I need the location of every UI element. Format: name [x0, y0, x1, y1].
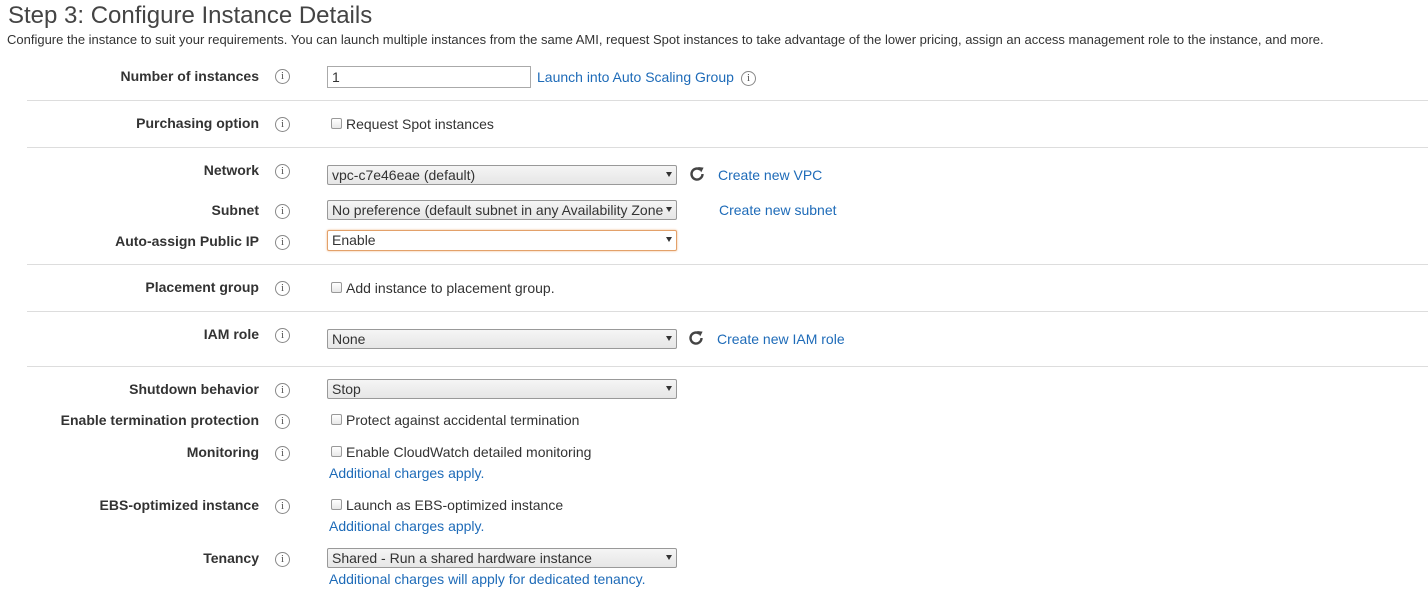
dropdown-arrow-icon [666, 336, 672, 341]
network-select[interactable]: vpc-c7e46eae (default) [327, 165, 677, 185]
divider [27, 100, 1428, 101]
refresh-iam-icon[interactable] [687, 329, 705, 347]
dropdown-arrow-icon [666, 172, 672, 177]
termination-protection-label[interactable]: Protect against accidental termination [346, 412, 579, 428]
create-new-subnet-link[interactable]: Create new subnet [719, 202, 837, 218]
number-of-instances-input[interactable] [327, 66, 531, 88]
request-spot-checkbox[interactable] [331, 118, 342, 129]
auto-scaling-info-icon[interactable]: i [741, 71, 756, 86]
ebs-label: EBS-optimized instance [99, 497, 259, 513]
refresh-network-icon[interactable] [688, 165, 706, 183]
divider [27, 264, 1428, 265]
placement-group-checkbox[interactable] [331, 282, 342, 293]
tenancy-select[interactable]: Shared - Run a shared hardware instance [327, 548, 677, 568]
subnet-info-icon[interactable]: i [275, 204, 290, 219]
ebs-info-icon[interactable]: i [275, 499, 290, 514]
divider [27, 311, 1428, 312]
page-description: Configure the instance to suit your requ… [7, 32, 1324, 47]
iam-label: IAM role [203, 326, 259, 342]
launch-auto-scaling-link[interactable]: Launch into Auto Scaling Group [537, 69, 734, 85]
auto-assign-public-ip-select[interactable]: Enable [327, 230, 677, 251]
cloudwatch-monitoring-checkbox[interactable] [331, 446, 342, 457]
dropdown-arrow-icon [666, 386, 672, 391]
termination-protection-checkbox[interactable] [331, 414, 342, 425]
instances-label: Number of instances [120, 68, 259, 84]
shutdown-behavior-select[interactable]: Stop [327, 379, 677, 399]
termination-info-icon[interactable]: i [275, 414, 290, 429]
shutdown-label: Shutdown behavior [129, 381, 259, 397]
tenancy-selected-value: Shared - Run a shared hardware instance [332, 550, 592, 566]
tenancy-charges-link[interactable]: Additional charges will apply for dedica… [329, 571, 645, 587]
network-selected-value: vpc-c7e46eae (default) [332, 167, 476, 183]
placement-group-checkbox-label[interactable]: Add instance to placement group. [346, 280, 555, 296]
placement-label: Placement group [145, 279, 259, 295]
network-info-icon[interactable]: i [275, 164, 290, 179]
public-ip-info-icon[interactable]: i [275, 235, 290, 250]
create-new-vpc-link[interactable]: Create new VPC [718, 167, 822, 183]
monitoring-charges-link[interactable]: Additional charges apply. [329, 465, 484, 481]
shutdown-selected-value: Stop [332, 381, 361, 397]
instances-info-icon[interactable]: i [275, 69, 290, 84]
dropdown-arrow-icon [666, 555, 672, 560]
public-ip-label: Auto-assign Public IP [115, 233, 259, 249]
shutdown-info-icon[interactable]: i [275, 383, 290, 398]
create-new-iam-role-link[interactable]: Create new IAM role [717, 331, 845, 347]
placement-info-icon[interactable]: i [275, 281, 290, 296]
network-label: Network [203, 162, 259, 178]
ebs-optimized-checkbox[interactable] [331, 499, 342, 510]
tenancy-info-icon[interactable]: i [275, 552, 290, 567]
dropdown-arrow-icon [666, 237, 672, 242]
iam-selected-value: None [332, 331, 366, 347]
purchasing-label: Purchasing option [136, 115, 259, 131]
termination-label: Enable termination protection [60, 412, 259, 428]
tenancy-label: Tenancy [203, 550, 259, 566]
request-spot-label[interactable]: Request Spot instances [346, 116, 494, 132]
iam-info-icon[interactable]: i [275, 328, 290, 343]
divider [27, 147, 1428, 148]
divider [27, 366, 1428, 367]
monitoring-info-icon[interactable]: i [275, 446, 290, 461]
subnet-label: Subnet [211, 202, 259, 218]
page-title: Step 3: Configure Instance Details [8, 2, 373, 29]
ebs-charges-link[interactable]: Additional charges apply. [329, 518, 484, 534]
monitoring-label: Monitoring [186, 444, 259, 460]
subnet-select[interactable]: No preference (default subnet in any Ava… [327, 200, 677, 220]
subnet-selected-value: No preference (default subnet in any Ava… [332, 202, 664, 218]
public-ip-selected-value: Enable [332, 232, 376, 248]
dropdown-arrow-icon [666, 207, 672, 212]
purchasing-info-icon[interactable]: i [275, 117, 290, 132]
ebs-optimized-label[interactable]: Launch as EBS-optimized instance [346, 497, 563, 513]
iam-role-select[interactable]: None [327, 329, 677, 349]
cloudwatch-monitoring-label[interactable]: Enable CloudWatch detailed monitoring [346, 444, 591, 460]
